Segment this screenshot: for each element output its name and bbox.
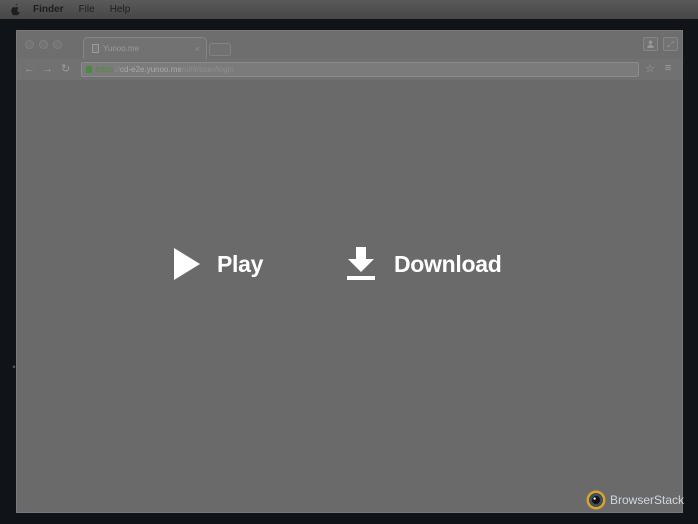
url-scheme: https [96, 65, 114, 74]
zoom-window-button[interactable] [53, 40, 62, 49]
minimize-window-button[interactable] [39, 40, 48, 49]
page-content: Play Download [17, 81, 682, 512]
new-tab-button[interactable] [209, 43, 231, 56]
browser-tab[interactable]: Yunoo.me × [83, 37, 207, 59]
play-icon [171, 247, 203, 281]
browser-menu-icon[interactable]: ≡ [665, 61, 671, 76]
tab-strip: Yunoo.me × ⤢ [17, 31, 682, 59]
lock-icon [86, 66, 92, 73]
download-button[interactable]: Download [345, 247, 502, 281]
url-host: cd-e2e.yunoo.me [120, 65, 182, 74]
close-tab-icon[interactable]: × [195, 44, 200, 54]
menu-finder[interactable]: Finder [33, 0, 64, 19]
fullscreen-icon[interactable]: ⤢ [663, 37, 678, 51]
user-profile-icon[interactable] [643, 37, 658, 51]
browserstack-watermark: BrowserStack [586, 490, 684, 510]
window-controls [25, 40, 62, 49]
bookmark-star-icon[interactable]: ☆ [645, 62, 655, 76]
browser-toolbar: ← → ↻ https :// cd-e2e.yunoo.me /ui/#/us… [17, 59, 682, 81]
url-separator: :// [113, 65, 121, 74]
tab-title: Yunoo.me [103, 44, 140, 53]
close-window-button[interactable] [25, 40, 34, 49]
browserstack-brand: BrowserStack [610, 493, 685, 507]
browserstack-logo-icon [586, 490, 606, 510]
browser-window: Yunoo.me × ⤢ ← → ↻ https :// cd-e2e.yuno… [16, 30, 683, 513]
back-arrow-icon[interactable]: ← [24, 63, 35, 75]
page-favicon-icon [92, 44, 99, 53]
apple-icon[interactable] [9, 3, 23, 16]
reload-icon[interactable]: ↻ [61, 63, 70, 75]
forward-arrow-icon[interactable]: → [42, 63, 53, 75]
url-path: /ui/#/user/login [181, 65, 234, 74]
menu-file[interactable]: File [79, 0, 95, 19]
play-label: Play [217, 250, 264, 277]
download-icon [345, 247, 377, 281]
play-button[interactable]: Play [171, 247, 263, 281]
menu-bar: Finder File Help [0, 0, 698, 19]
address-bar[interactable]: https :// cd-e2e.yunoo.me /ui/#/user/log… [81, 62, 639, 77]
menu-help[interactable]: Help [110, 0, 131, 19]
download-label: Download [394, 250, 502, 277]
